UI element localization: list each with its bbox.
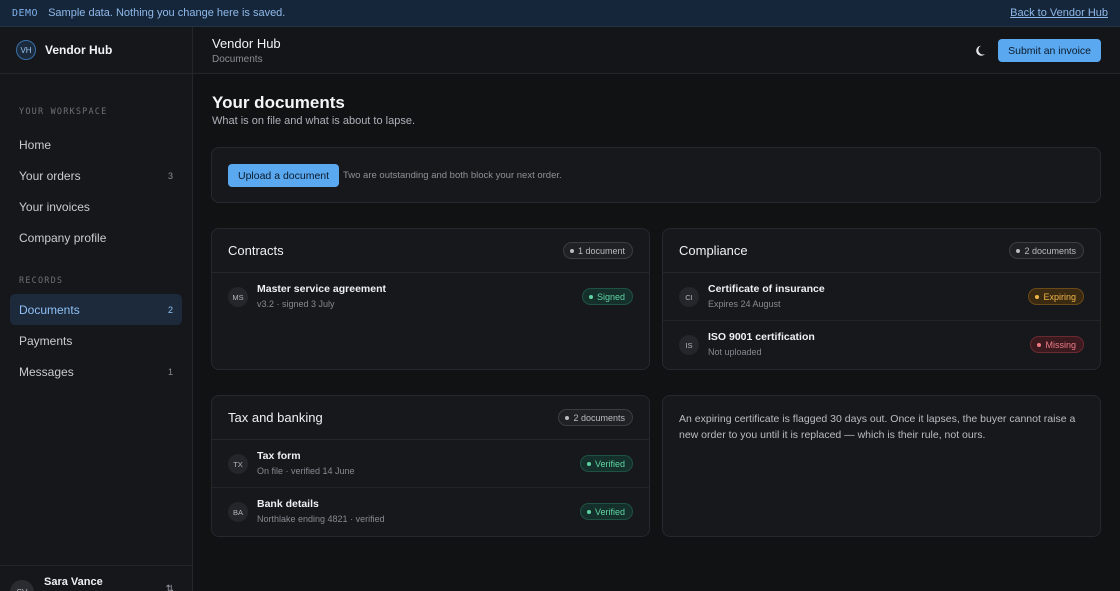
sidebar-item-home[interactable]: Home [10,129,182,160]
status-label: Verified [594,458,625,469]
sidebar-item-company-profile[interactable]: Company profile [10,222,182,253]
sidebar-item-label: Your orders [19,168,81,183]
card-title: Contracts [228,243,284,258]
document-row[interactable]: MS Master service agreement v3.2 · signe… [212,273,649,321]
status-label: Missing [1045,339,1076,350]
brand[interactable]: VH Vendor Hub [0,27,192,74]
avatar: SV [10,580,34,591]
status-dot [588,294,593,299]
moon-icon[interactable] [975,43,989,57]
tax-and-banking-card: Tax and banking 2 documents TX Tax form … [211,395,650,537]
document-row[interactable]: IS ISO 9001 certification Not uploaded M… [663,321,1100,369]
sidebar-item-payments[interactable]: Payments [10,325,182,356]
sidebar-item-label: Messages [19,364,74,379]
document-initials: TX [228,454,248,474]
page-description: What is on file and what is about to lap… [212,115,416,127]
badge-dot [1016,248,1021,253]
sidebar: VH Vendor Hub YOUR WORKSPACE Home Your o… [0,27,193,591]
sidebar-item-count: 3 [167,170,173,181]
badge-dot [569,248,574,253]
card-header: Tax and banking 2 documents [212,396,649,440]
contracts-card: Contracts 1 document MS Master service a… [211,228,650,370]
document-initials: CI [679,287,699,307]
card-header: Compliance 2 documents [663,229,1100,273]
document-count-badge: 2 documents [558,409,633,426]
sidebar-item-label: Documents [19,302,80,317]
document-meta: Northlake ending 4821 · verified [257,514,385,524]
sidebar-item-label: Company profile [19,230,107,245]
compliance-card: Compliance 2 documents CI Certificate of… [662,228,1101,370]
demo-tag: DEMO [12,7,39,19]
status-label: Verified [594,506,625,517]
records-section-label: RECORDS [19,276,64,286]
submit-invoice-button[interactable]: Submit an invoice [998,39,1101,62]
sidebar-item-label: Payments [19,333,73,348]
sidebar-item-documents[interactable]: Documents 2 [10,294,182,325]
status-label: Expiring [1043,291,1076,302]
status-dot [586,509,591,514]
workspace-section-label: YOUR WORKSPACE [19,107,108,117]
sidebar-item-count: 2 [167,304,173,315]
sidebar-item-label: Your invoices [19,199,90,214]
breadcrumb: Documents [212,54,263,65]
document-row[interactable]: BA Bank details Northlake ending 4821 · … [212,488,649,536]
document-count-badge: 1 document [562,242,633,259]
document-initials: BA [228,502,248,522]
document-count-badge: 2 documents [1009,242,1084,259]
status-badge: Verified [579,455,633,472]
document-initials: MS [228,287,248,307]
document-name: Bank details [257,498,319,510]
app-title: Vendor Hub [212,36,281,51]
document-meta: Expires 24 August [708,299,781,309]
expiry-info-card: An expiring certificate is flagged 30 da… [662,395,1101,537]
document-name: Master service agreement [257,283,386,295]
switch-account-icon[interactable]: ⇅ [166,584,174,591]
document-name: Certificate of insurance [708,283,825,295]
sidebar-item-label: Home [19,137,52,152]
document-name: ISO 9001 certification [708,331,815,343]
document-meta: On file · verified 14 June [257,466,355,476]
badge-dot [565,415,570,420]
status-dot [1035,294,1040,299]
upload-note: Two are outstanding and both block your … [343,170,562,181]
sidebar-item-count: 1 [167,366,173,377]
status-dot [1037,342,1042,347]
status-badge: Signed [581,288,633,305]
document-meta: v3.2 · signed 3 July [257,299,335,309]
document-name: Tax form [257,450,301,462]
card-title: Compliance [679,243,748,258]
user-name: Sara Vance [44,576,103,588]
badge-label: 1 document [577,245,625,256]
expiry-info-text: An expiring certificate is flagged 30 da… [679,413,1076,441]
upload-document-button[interactable]: Upload a document [228,164,340,187]
sidebar-item-your-orders[interactable]: Your orders 3 [10,160,182,191]
page-title: Your documents [212,93,345,112]
status-dot [586,461,591,466]
sidebar-item-messages[interactable]: Messages 1 [10,356,182,387]
badge-label: 2 documents [573,412,625,423]
document-meta: Not uploaded [708,347,762,357]
top-bar: Vendor Hub Documents Submit an invoice [193,27,1120,74]
brand-name: Vendor Hub [45,43,113,57]
status-badge: Missing [1030,336,1084,353]
document-row[interactable]: CI Certificate of insurance Expires 24 A… [663,273,1100,321]
badge-label: 2 documents [1024,245,1076,256]
brand-logo: VH [16,40,36,60]
document-initials: IS [679,335,699,355]
demo-message: Sample data. Nothing you change here is … [48,7,286,19]
user-account[interactable]: SV Sara Vance ⇅ [0,565,192,591]
card-title: Tax and banking [228,410,323,425]
sidebar-item-your-invoices[interactable]: Your invoices [10,191,182,222]
card-header: Contracts 1 document [212,229,649,273]
demo-banner: DEMO Sample data. Nothing you change her… [0,0,1120,27]
status-badge: Expiring [1028,288,1084,305]
back-to-vendor-hub-link[interactable]: Back to Vendor Hub [1010,7,1108,19]
status-badge: Verified [579,503,633,520]
upload-card: Upload a document Two are outstanding an… [211,147,1101,203]
document-row[interactable]: TX Tax form On file · verified 14 June V… [212,440,649,488]
status-label: Signed [596,291,625,302]
